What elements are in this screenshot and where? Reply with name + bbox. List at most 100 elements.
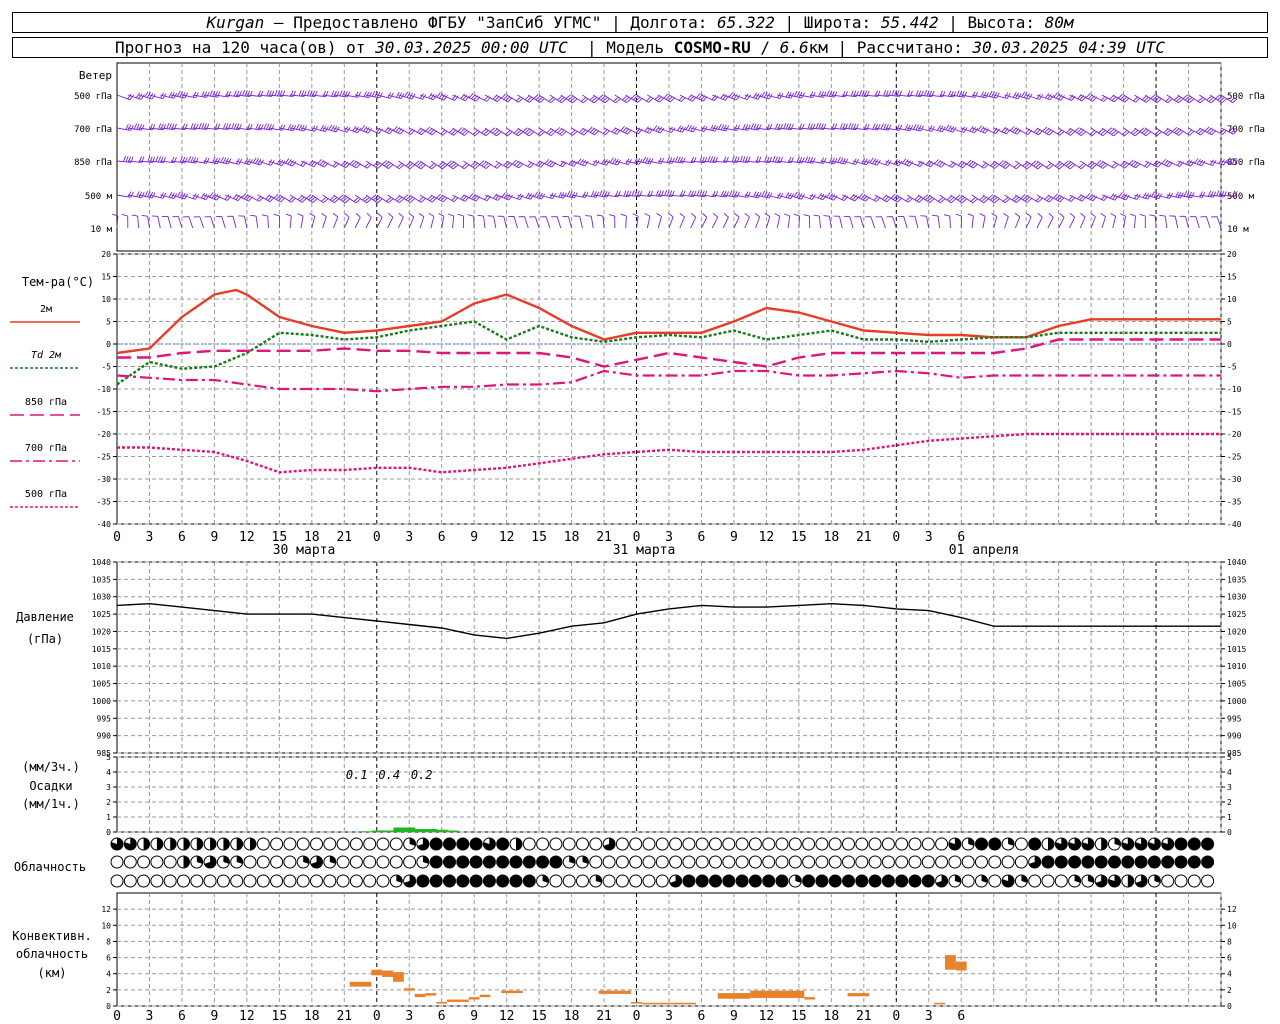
wind-barb-feather — [761, 190, 766, 197]
wind-barb-feather — [812, 92, 816, 98]
temp-xtick-label: 18 — [824, 530, 840, 545]
wind-barb — [679, 216, 685, 229]
wind-barb-feather — [674, 156, 679, 163]
precip-unit-1h: (мм/1ч.) — [22, 797, 80, 811]
wind-barb-feather — [793, 191, 798, 198]
temp-xtick-label: 9 — [730, 530, 738, 545]
cloud-symbol-fill — [456, 875, 469, 887]
cloud-symbol — [589, 855, 603, 869]
cloud-symbol — [349, 874, 363, 888]
wind-barb-feather — [1212, 191, 1217, 198]
wind-barb-feather — [1175, 191, 1179, 198]
wind-barb-feather — [837, 156, 841, 163]
wind-barb-feather — [869, 157, 874, 164]
temp-ytick-label-right: 10 — [1227, 295, 1237, 304]
temp-legend-label: 500 гПа — [25, 489, 67, 500]
wind-barb-feather — [758, 124, 762, 131]
convective-bar — [436, 1001, 448, 1004]
wind-barb-feather — [590, 190, 595, 197]
temp-ytick-label-left: -10 — [97, 385, 112, 394]
wind-level-label-left: 10 м — [90, 225, 112, 235]
convective-bar — [631, 1001, 642, 1004]
cloud-symbol — [1201, 874, 1215, 888]
wind-barb-feather — [130, 124, 134, 131]
wind-barb-feather — [980, 91, 984, 97]
convective-xtick-label: 9 — [730, 1009, 738, 1024]
wind-barb-feather — [177, 90, 181, 97]
cloud-symbol — [163, 855, 177, 869]
cloud-symbol — [296, 837, 310, 851]
pressure-ytick-label-right: 1025 — [1227, 610, 1246, 619]
temp-ytick-label-left: -25 — [97, 453, 112, 462]
wind-barb — [722, 217, 729, 229]
cloud-symbol — [629, 874, 643, 888]
wind-barb-feather — [820, 157, 825, 164]
wind-barb-feather — [192, 157, 197, 163]
cloud-symbol-fill — [456, 856, 469, 868]
wind-barb-feather — [723, 212, 729, 218]
wind-barb-feather — [366, 212, 372, 218]
wind-barb-feather — [731, 190, 735, 197]
wind-barb-feather — [136, 191, 140, 197]
wind-barb-feather — [599, 190, 603, 197]
wind-barb-feather — [141, 192, 145, 198]
cloud-symbol — [137, 874, 151, 888]
cloud-symbol — [868, 855, 882, 869]
wind-barb — [949, 215, 951, 229]
wind-barb-feather — [785, 123, 789, 130]
wind-barb — [365, 217, 372, 229]
convective-xtick-label: 15 — [531, 1009, 547, 1024]
wind-barb — [1164, 216, 1168, 229]
pressure-ytick-label-left: 1040 — [92, 558, 111, 567]
temp-xtick-label: 15 — [791, 530, 807, 545]
wind-barb-feather — [883, 90, 887, 97]
wind-barb — [870, 216, 876, 229]
cloud-symbol — [842, 837, 855, 851]
precip-ytick-label-right: 0 — [1227, 828, 1232, 837]
wind-barb-feather — [355, 91, 359, 98]
wind-title: Ветер — [79, 69, 112, 82]
wind-barb-feather — [739, 155, 743, 162]
wind-barb — [545, 216, 551, 229]
wind-barb-feather — [833, 158, 838, 164]
wind-barb-feather — [168, 91, 173, 98]
wind-barb-feather — [677, 156, 681, 163]
cloud-symbol — [855, 837, 869, 851]
wind-barb-feather — [764, 212, 771, 217]
wind-barb — [744, 216, 750, 229]
cloud-symbol — [203, 874, 217, 888]
cloud-symbol-fill — [470, 838, 483, 850]
cloud-symbol — [376, 837, 390, 851]
wind-barb-feather — [744, 124, 749, 131]
convective-xtick-label: 3 — [405, 1009, 413, 1024]
cloud-symbol — [363, 837, 377, 851]
convective-xtick-label: 15 — [272, 1009, 288, 1024]
cloud-symbol — [549, 837, 563, 851]
convective-ytick-label-left: 6 — [106, 954, 111, 963]
cloud-symbol — [576, 874, 589, 888]
convective-xtick-label: 15 — [791, 1009, 807, 1024]
wind-barb-feather — [755, 124, 759, 130]
wind-barb — [1133, 216, 1136, 229]
convective-ytick-label-right: 10 — [1227, 921, 1237, 930]
convective-bar — [382, 970, 393, 977]
cloud-symbol — [150, 855, 164, 869]
wind-barb-feather — [955, 213, 962, 217]
wind-barb — [398, 216, 404, 229]
convective-xtick-label: 12 — [239, 1009, 255, 1024]
convective-bar — [641, 1002, 697, 1005]
temp-legend-label: 2м — [40, 304, 52, 315]
cloud-symbol — [270, 874, 284, 888]
wind-level-label-right: 500 гПа — [1227, 92, 1265, 102]
convective-xtick-label: 6 — [178, 1009, 186, 1024]
wind-barb-feather — [754, 212, 760, 218]
wind-barb — [452, 216, 455, 229]
cloud-symbol — [549, 874, 563, 888]
convective-ytick-label-left: 4 — [106, 970, 111, 979]
cloud-symbol — [735, 837, 749, 851]
wind-barb-feather — [584, 192, 589, 198]
cloud-symbol-fill — [869, 875, 882, 887]
cloud-symbol — [908, 837, 922, 851]
wind-barb-feather — [747, 191, 751, 198]
cloud-symbol — [762, 837, 776, 851]
